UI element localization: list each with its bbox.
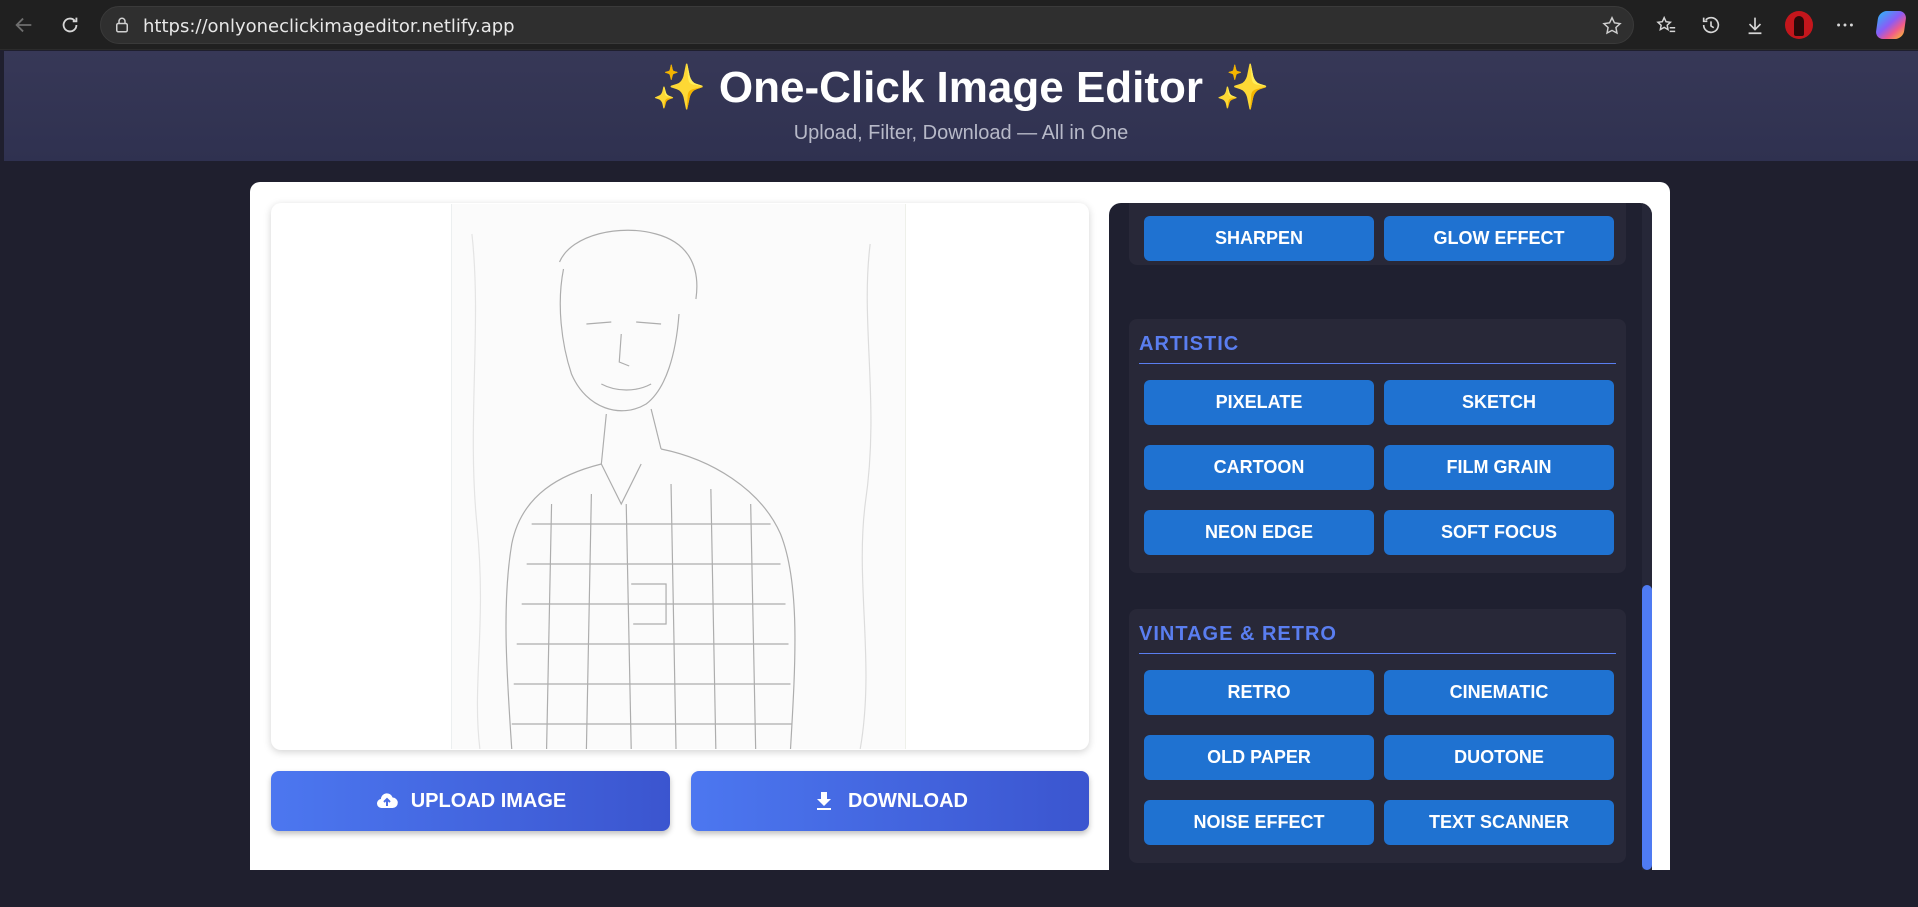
filter-group-vintage: VINTAGE & RETRO RETRO CINEMATIC OLD PAPE… xyxy=(1129,609,1626,863)
history-icon xyxy=(1702,16,1720,34)
url-text[interactable]: https://onlyoneclickimageditor.netlify.a… xyxy=(143,16,515,37)
back-button[interactable] xyxy=(8,9,40,41)
divider xyxy=(1139,653,1616,654)
cloud-upload-icon xyxy=(376,793,398,809)
favorites-icon xyxy=(1656,15,1676,33)
download-icon xyxy=(1748,17,1762,35)
editor-card: UPLOAD IMAGE DOWNLOAD SHARPEN GLOW EFFEC… xyxy=(250,182,1670,870)
filter-button-duotone[interactable]: DUOTONE xyxy=(1384,735,1614,780)
scrollbar-thumb[interactable] xyxy=(1642,585,1652,870)
arrow-left-icon xyxy=(15,17,32,33)
filter-button-sketch[interactable]: SKETCH xyxy=(1384,380,1614,425)
panel-scrollbar[interactable] xyxy=(1642,203,1652,870)
upload-label: UPLOAD IMAGE xyxy=(410,789,567,812)
profile-avatar[interactable] xyxy=(1785,11,1813,39)
copilot-icon[interactable] xyxy=(1875,11,1907,39)
image-preview xyxy=(271,203,1089,750)
lock-icon[interactable] xyxy=(113,16,131,34)
browser-toolbar: https://onlyoneclickimageditor.netlify.a… xyxy=(0,0,1918,50)
preview-image xyxy=(451,204,906,750)
filter-panel: SHARPEN GLOW EFFECT ARTISTIC PIXELATE SK… xyxy=(1109,203,1652,870)
filter-group-title: ARTISTIC xyxy=(1139,333,1240,355)
favorites-button[interactable] xyxy=(1653,12,1679,38)
page-subtitle: Upload, Filter, Download — All in One xyxy=(793,122,1129,144)
filter-button-neon-edge[interactable]: NEON EDGE xyxy=(1144,510,1374,555)
filter-button-cartoon[interactable]: CARTOON xyxy=(1144,445,1374,490)
filter-button-text-scanner[interactable]: TEXT SCANNER xyxy=(1384,800,1614,845)
history-button[interactable] xyxy=(1698,12,1724,38)
reload-icon xyxy=(62,17,78,33)
filter-button-film-grain[interactable]: FILM GRAIN xyxy=(1384,445,1614,490)
filter-button-glow-effect[interactable]: GLOW EFFECT xyxy=(1384,216,1614,261)
reload-button[interactable] xyxy=(54,9,86,41)
page-header: ✨ One-Click Image Editor ✨ Upload, Filte… xyxy=(4,51,1918,161)
filter-button-old-paper[interactable]: OLD PAPER xyxy=(1144,735,1374,780)
filter-group-artistic: ARTISTIC PIXELATE SKETCH CARTOON FILM GR… xyxy=(1129,319,1626,573)
download-label: DOWNLOAD xyxy=(848,789,968,812)
star-icon[interactable] xyxy=(1601,15,1623,37)
filter-button-noise-effect[interactable]: NOISE EFFECT xyxy=(1144,800,1374,845)
filter-button-retro[interactable]: RETRO xyxy=(1144,670,1374,715)
upload-image-button[interactable]: UPLOAD IMAGE xyxy=(271,771,670,831)
address-bar[interactable]: https://onlyoneclickimageditor.netlify.a… xyxy=(100,6,1634,44)
filter-button-pixelate[interactable]: PIXELATE xyxy=(1144,380,1374,425)
filter-group-title: VINTAGE & RETRO xyxy=(1139,623,1337,645)
filter-button-sharpen[interactable]: SHARPEN xyxy=(1144,216,1374,261)
filter-button-cinematic[interactable]: CINEMATIC xyxy=(1384,670,1614,715)
downloads-button[interactable] xyxy=(1742,12,1768,38)
page-title: ✨ One-Click Image Editor ✨ xyxy=(651,63,1271,112)
divider xyxy=(1139,363,1616,364)
download-icon xyxy=(817,792,831,810)
filter-button-soft-focus[interactable]: SOFT FOCUS xyxy=(1384,510,1614,555)
filter-group-enhance: SHARPEN GLOW EFFECT xyxy=(1129,203,1626,265)
more-button[interactable] xyxy=(1832,12,1858,38)
download-button[interactable]: DOWNLOAD xyxy=(691,771,1089,831)
more-icon xyxy=(1837,23,1853,27)
